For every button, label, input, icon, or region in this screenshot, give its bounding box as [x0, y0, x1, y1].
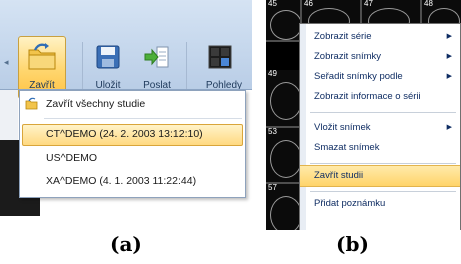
- image-thumbnail[interactable]: 48: [422, 0, 461, 23]
- ribbon-toolbar: ◂ Zavřít Uložit Poslat Pohledy: [0, 0, 252, 99]
- scan-outline: [270, 140, 299, 178]
- submenu-arrow-icon: ▶: [446, 53, 452, 60]
- image-thumbnail[interactable]: 45: [266, 0, 300, 40]
- menu-item-close-study[interactable]: Zavřít studii: [300, 165, 460, 187]
- menu-item-label: XA^DEMO (4. 1. 2003 11:22:44): [46, 175, 197, 187]
- scan-outline: [308, 8, 350, 23]
- views-button[interactable]: Pohledy: [196, 35, 252, 95]
- menu-item-label: Zobrazit informace o sérii: [314, 91, 421, 102]
- menu-item-sort-images[interactable]: Seřadit snímky podle ▶: [300, 67, 460, 87]
- menu-item-label: Zobrazit série: [314, 31, 372, 42]
- menu-item-label: Vložit snímek: [314, 122, 371, 133]
- menu-item-study-us[interactable]: US^DEMO: [20, 148, 245, 169]
- menu-separator: [310, 191, 456, 192]
- menu-item-delete-image[interactable]: Smazat snímek: [300, 138, 460, 158]
- image-thumbnail[interactable]: 49: [266, 70, 299, 126]
- caption-a: (a): [110, 232, 142, 256]
- menu-item-add-note[interactable]: Přidat poznámku: [300, 194, 460, 214]
- submenu-arrow-icon: ▶: [446, 124, 452, 131]
- menu-item-label: Smazat snímek: [314, 142, 380, 153]
- folder-close-icon: [28, 43, 56, 70]
- thumbnail-number: 47: [364, 0, 373, 8]
- thumbnail-number: 45: [268, 0, 277, 8]
- image-thumbnail[interactable]: 46: [302, 0, 360, 23]
- menu-item-study-ct[interactable]: CT^DEMO (24. 2. 2003 13:12:10): [20, 124, 245, 146]
- scan-outline: [428, 8, 460, 23]
- submenu-arrow-icon: ▶: [446, 33, 452, 40]
- thumbnail-number: 48: [424, 0, 433, 8]
- send-arrow-icon: [144, 46, 169, 68]
- menu-item-label: Zavřít studii: [314, 170, 364, 181]
- menu-item-label: Zobrazit snímky: [314, 51, 382, 62]
- thumbnail-number: 53: [268, 128, 277, 136]
- menu-item-study-xa[interactable]: XA^DEMO (4. 1. 2003 11:22:44): [20, 171, 245, 192]
- thumbnail-number: 46: [304, 0, 313, 8]
- menu-item-label: US^DEMO: [46, 152, 98, 164]
- grid-layout-icon: [208, 45, 232, 69]
- menu-separator: [310, 112, 456, 113]
- menu-item-series-info[interactable]: Zobrazit informace o sérii: [300, 87, 460, 107]
- scan-outline: [270, 196, 299, 230]
- ribbon-scroll-arrow-icon[interactable]: ◂: [4, 58, 14, 68]
- scan-outline: [270, 10, 300, 40]
- menu-item-label: Zavřít všechny studie: [46, 98, 146, 110]
- menu-item-label: Přidat poznámku: [314, 198, 386, 209]
- panel-a: ◂ Zavřít Uložit Poslat Pohledy Zavřít vš…: [0, 0, 252, 216]
- scan-outline: [368, 8, 410, 23]
- image-thumbnail[interactable]: 47: [362, 0, 420, 23]
- menu-item-show-series[interactable]: Zobrazit série ▶: [300, 27, 460, 47]
- image-thumbnail[interactable]: 53: [266, 128, 299, 182]
- caption-b: (b): [336, 232, 369, 256]
- toolbar-separator: [82, 42, 83, 90]
- menu-separator: [310, 163, 456, 164]
- menu-item-label: Seřadit snímky podle: [314, 71, 403, 82]
- context-menu: Zobrazit série ▶ Zobrazit snímky ▶ Seřad…: [299, 23, 461, 230]
- scan-outline: [270, 82, 299, 120]
- panel-b: 45 46 47 48 49 53 57 Zobrazit série ▶ Zo…: [266, 0, 461, 230]
- thumbnail-number: 49: [268, 70, 277, 78]
- close-dropdown-menu: Zavřít všechny studie CT^DEMO (24. 2. 20…: [19, 90, 246, 198]
- image-thumbnail[interactable]: 57: [266, 184, 299, 230]
- menu-item-close-all-studies[interactable]: Zavřít všechny studie: [20, 94, 245, 115]
- floppy-save-icon: [96, 45, 120, 69]
- send-button[interactable]: Poslat: [137, 35, 177, 95]
- menu-item-label: CT^DEMO (24. 2. 2003 13:12:10): [46, 128, 203, 140]
- thumbnail-gap: [266, 40, 299, 42]
- save-button[interactable]: Uložit: [88, 35, 128, 95]
- submenu-arrow-icon: ▶: [446, 73, 452, 80]
- toolbar-separator: [186, 42, 187, 90]
- folder-close-icon: [25, 97, 38, 110]
- menu-item-show-images[interactable]: Zobrazit snímky ▶: [300, 47, 460, 67]
- thumbnail-number: 57: [268, 184, 277, 192]
- menu-item-insert-image[interactable]: Vložit snímek ▶: [300, 118, 460, 138]
- menu-separator: [44, 118, 242, 119]
